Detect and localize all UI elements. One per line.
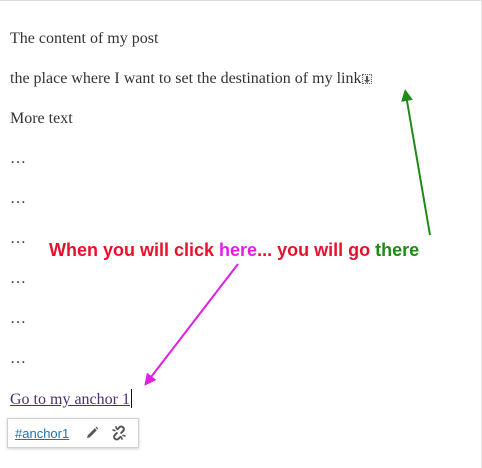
annotation-arrows <box>144 89 431 386</box>
toolbar-anchor-link[interactable]: #anchor1 <box>15 426 69 441</box>
link-toolbar: #anchor1 <box>7 418 139 448</box>
pencil-icon[interactable] <box>83 423 100 443</box>
magenta-arrow <box>144 263 239 386</box>
broken-link-icon[interactable] <box>110 423 128 443</box>
green-arrow <box>401 89 431 236</box>
